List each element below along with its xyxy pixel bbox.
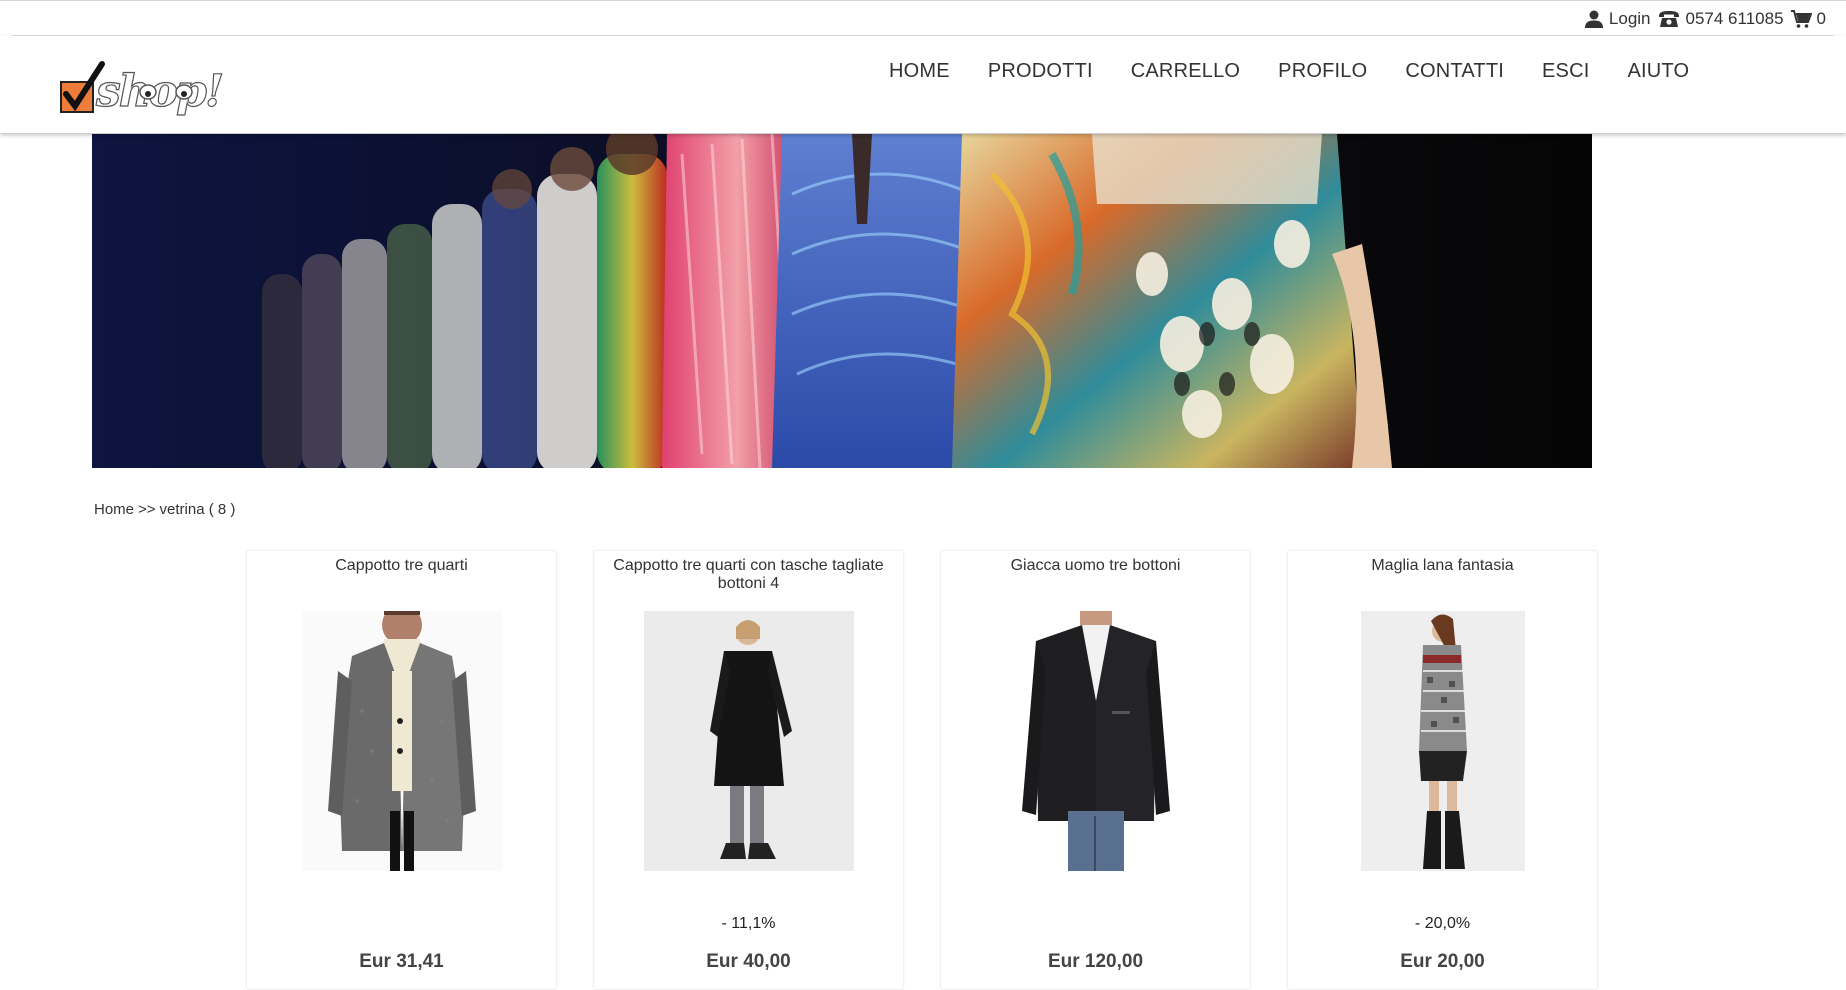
blazer-image bbox=[1015, 611, 1176, 871]
svg-text:shop!: shop! bbox=[95, 66, 222, 116]
product-title[interactable]: Giacca uomo tre bottoni bbox=[951, 557, 1240, 575]
breadcrumb: Home >> vetrina ( 8 ) bbox=[94, 501, 235, 518]
cart-count: 0 bbox=[1816, 9, 1826, 28]
product-image[interactable] bbox=[301, 611, 502, 871]
product-price: Eur 120,00 bbox=[1047, 951, 1144, 972]
nav-prodotti[interactable]: PRODOTTI bbox=[969, 56, 1112, 86]
user-icon bbox=[1584, 10, 1603, 28]
product-card[interactable]: Cappotto tre quarti con tasche tagliate … bbox=[593, 550, 904, 990]
logo-checkbox-icon: shop! bbox=[60, 61, 225, 118]
phone-number: 0574 611085 bbox=[1685, 9, 1784, 28]
nav-home[interactable]: HOME bbox=[870, 56, 969, 86]
product-image[interactable] bbox=[643, 611, 854, 871]
product-price: Eur 20,00 bbox=[1400, 951, 1485, 972]
product-card[interactable]: Maglia lana fantasia - 20,0% Eur 20,00 bbox=[1287, 550, 1598, 990]
product-grid: Cappotto tre quarti Eur 31,41 Cappotto t… bbox=[246, 550, 1598, 990]
breadcrumb-home[interactable]: Home bbox=[94, 501, 134, 518]
cart-icon bbox=[1790, 10, 1812, 28]
site-header: shop! HOME PRODOTTI CARRELLO PROFILO CON… bbox=[0, 36, 1846, 133]
nav-contatti[interactable]: CONTATTI bbox=[1386, 56, 1523, 86]
phone-icon bbox=[1658, 11, 1679, 27]
nav-aiuto[interactable]: AIUTO bbox=[1608, 56, 1708, 86]
product-title[interactable]: Cappotto tre quarti con tasche tagliate … bbox=[604, 557, 893, 593]
product-card[interactable]: Cappotto tre quarti Eur 31,41 bbox=[246, 550, 557, 990]
sweater-image bbox=[1360, 611, 1525, 871]
login-label: Login bbox=[1608, 9, 1651, 28]
shop-logo[interactable]: shop! bbox=[60, 56, 250, 118]
nav-profilo[interactable]: PROFILO bbox=[1259, 56, 1386, 86]
hero-banner bbox=[92, 134, 1592, 468]
nav-carrello[interactable]: CARRELLO bbox=[1112, 56, 1259, 86]
product-card[interactable]: Giacca uomo tre bottoni Eur 120,00 bbox=[940, 550, 1251, 990]
top-utility-bar: Login 0574 611085 0 bbox=[0, 0, 1846, 35]
runway-banner-image bbox=[92, 134, 1592, 468]
utility-links: Login 0574 611085 0 bbox=[1584, 7, 1826, 31]
login-link[interactable]: Login bbox=[1584, 9, 1651, 29]
product-title[interactable]: Cappotto tre quarti bbox=[257, 557, 546, 575]
product-image[interactable] bbox=[1360, 611, 1525, 871]
product-image[interactable] bbox=[1015, 611, 1176, 871]
black-coat-image bbox=[643, 611, 854, 871]
grey-coat-image bbox=[301, 611, 502, 871]
product-price: Eur 40,00 bbox=[706, 951, 791, 972]
nav-esci[interactable]: ESCI bbox=[1523, 56, 1608, 86]
breadcrumb-separator: >> bbox=[138, 501, 156, 518]
product-price: Eur 31,41 bbox=[359, 951, 444, 972]
main-nav: HOME PRODOTTI CARRELLO PROFILO CONTATTI … bbox=[870, 56, 1708, 86]
breadcrumb-current: vetrina ( 8 ) bbox=[159, 501, 236, 518]
product-discount: - 11,1% bbox=[721, 915, 776, 932]
cart-link[interactable]: 0 bbox=[1790, 9, 1826, 29]
phone-contact[interactable]: 0574 611085 bbox=[1657, 9, 1784, 29]
product-discount: - 20,0% bbox=[1414, 915, 1471, 932]
product-title[interactable]: Maglia lana fantasia bbox=[1298, 557, 1587, 575]
